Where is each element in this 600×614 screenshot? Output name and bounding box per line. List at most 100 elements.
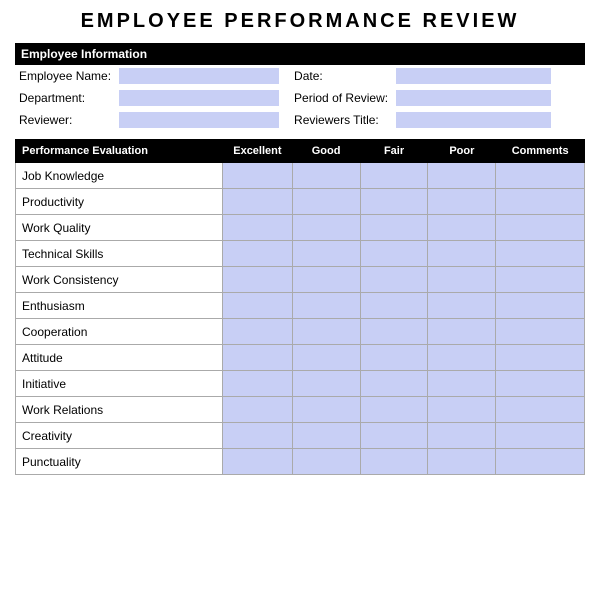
comments-cell[interactable] <box>496 163 585 189</box>
score-cell[interactable] <box>223 371 292 397</box>
score-cell[interactable] <box>360 215 428 241</box>
score-cell[interactable] <box>223 397 292 423</box>
criteria-cell: Technical Skills <box>16 241 223 267</box>
comments-cell[interactable] <box>496 267 585 293</box>
table-row: Enthusiasm <box>16 293 585 319</box>
criteria-cell: Productivity <box>16 189 223 215</box>
criteria-cell: Job Knowledge <box>16 163 223 189</box>
criteria-header: Performance Evaluation <box>16 140 223 163</box>
criteria-cell: Punctuality <box>16 449 223 475</box>
employee-info-header: Employee Information <box>15 43 585 65</box>
comments-cell[interactable] <box>496 449 585 475</box>
score-cell[interactable] <box>428 241 496 267</box>
score-cell[interactable] <box>360 345 428 371</box>
score-cell[interactable] <box>292 189 360 215</box>
criteria-cell: Cooperation <box>16 319 223 345</box>
score-cell[interactable] <box>223 215 292 241</box>
score-cell[interactable] <box>428 189 496 215</box>
department-label: Department: <box>15 87 115 109</box>
table-row: Initiative <box>16 371 585 397</box>
reviewers-title-label: Reviewers Title: <box>290 109 392 131</box>
score-cell[interactable] <box>428 397 496 423</box>
score-cell[interactable] <box>360 241 428 267</box>
reviewer-label: Reviewer: <box>15 109 115 131</box>
score-cell[interactable] <box>428 267 496 293</box>
score-cell[interactable] <box>428 163 496 189</box>
score-cell[interactable] <box>223 267 292 293</box>
comments-cell[interactable] <box>496 293 585 319</box>
criteria-cell: Work Relations <box>16 397 223 423</box>
page-title: EMPLOYEE PERFORMANCE REVIEW <box>15 10 585 33</box>
department-input[interactable] <box>119 90 279 106</box>
score-cell[interactable] <box>292 163 360 189</box>
score-cell[interactable] <box>292 215 360 241</box>
date-input[interactable] <box>396 68 551 84</box>
score-cell[interactable] <box>428 449 496 475</box>
score-cell[interactable] <box>360 267 428 293</box>
comments-cell[interactable] <box>496 345 585 371</box>
score-cell[interactable] <box>360 189 428 215</box>
score-cell[interactable] <box>360 423 428 449</box>
reviewer-input[interactable] <box>119 112 279 128</box>
fair-header: Fair <box>360 140 428 163</box>
score-cell[interactable] <box>292 397 360 423</box>
score-cell[interactable] <box>223 241 292 267</box>
period-of-review-input[interactable] <box>396 90 551 106</box>
table-row: Cooperation <box>16 319 585 345</box>
score-cell[interactable] <box>360 293 428 319</box>
comments-cell[interactable] <box>496 215 585 241</box>
score-cell[interactable] <box>428 319 496 345</box>
score-cell[interactable] <box>428 293 496 319</box>
table-row: Technical Skills <box>16 241 585 267</box>
score-cell[interactable] <box>223 449 292 475</box>
criteria-cell: Work Quality <box>16 215 223 241</box>
table-row: Productivity <box>16 189 585 215</box>
score-cell[interactable] <box>292 293 360 319</box>
score-cell[interactable] <box>292 449 360 475</box>
employee-info-section: Employee Information Employee Name: Date… <box>15 43 585 131</box>
comments-cell[interactable] <box>496 189 585 215</box>
table-row: Work Relations <box>16 397 585 423</box>
table-row: Work Consistency <box>16 267 585 293</box>
score-cell[interactable] <box>223 163 292 189</box>
score-cell[interactable] <box>223 345 292 371</box>
good-header: Good <box>292 140 360 163</box>
score-cell[interactable] <box>428 371 496 397</box>
score-cell[interactable] <box>360 397 428 423</box>
period-of-review-label: Period of Review: <box>290 87 392 109</box>
employee-info-table: Employee Name: Date: Department: Period … <box>15 65 585 131</box>
date-label: Date: <box>290 65 392 87</box>
comments-cell[interactable] <box>496 371 585 397</box>
score-cell[interactable] <box>292 319 360 345</box>
score-cell[interactable] <box>360 319 428 345</box>
poor-header: Poor <box>428 140 496 163</box>
comments-cell[interactable] <box>496 423 585 449</box>
excellent-header: Excellent <box>223 140 292 163</box>
score-cell[interactable] <box>292 345 360 371</box>
score-cell[interactable] <box>428 345 496 371</box>
criteria-cell: Attitude <box>16 345 223 371</box>
table-row: Attitude <box>16 345 585 371</box>
score-cell[interactable] <box>292 267 360 293</box>
score-cell[interactable] <box>223 293 292 319</box>
score-cell[interactable] <box>360 163 428 189</box>
score-cell[interactable] <box>223 319 292 345</box>
score-cell[interactable] <box>292 241 360 267</box>
table-row: Creativity <box>16 423 585 449</box>
score-cell[interactable] <box>223 189 292 215</box>
comments-cell[interactable] <box>496 319 585 345</box>
employee-name-input[interactable] <box>119 68 279 84</box>
score-cell[interactable] <box>360 371 428 397</box>
score-cell[interactable] <box>360 449 428 475</box>
comments-cell[interactable] <box>496 241 585 267</box>
score-cell[interactable] <box>428 215 496 241</box>
comments-cell[interactable] <box>496 397 585 423</box>
score-cell[interactable] <box>428 423 496 449</box>
score-cell[interactable] <box>223 423 292 449</box>
criteria-cell: Work Consistency <box>16 267 223 293</box>
reviewers-title-input[interactable] <box>396 112 551 128</box>
score-cell[interactable] <box>292 371 360 397</box>
criteria-cell: Enthusiasm <box>16 293 223 319</box>
score-cell[interactable] <box>292 423 360 449</box>
table-row: Job Knowledge <box>16 163 585 189</box>
